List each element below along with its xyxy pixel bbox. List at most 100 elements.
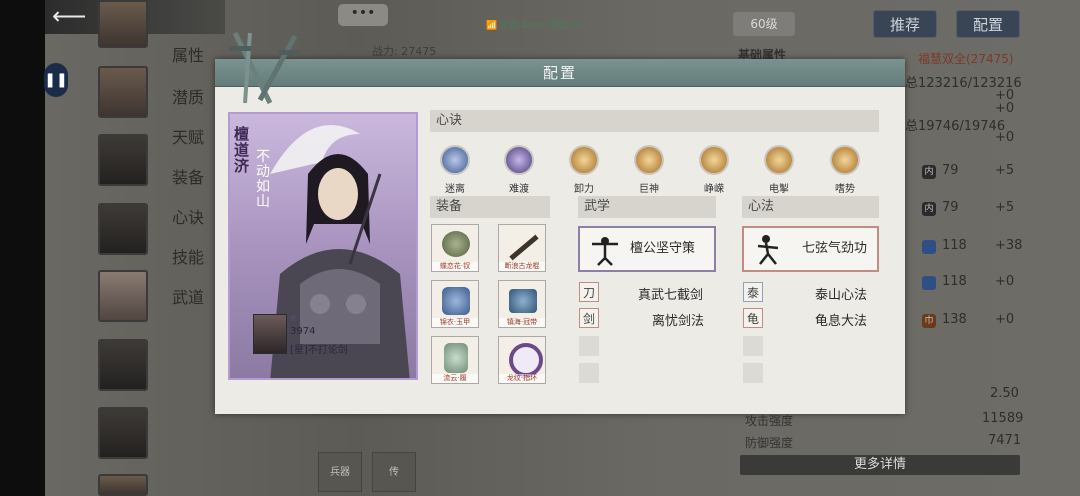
wuxue-sub-icon: 刀 <box>579 282 599 302</box>
empty-skill-slot[interactable] <box>579 363 599 383</box>
character-avatar[interactable] <box>98 339 148 391</box>
xinfa-main-skill[interactable]: 七弦气劲功 <box>742 226 879 272</box>
character-avatar[interactable] <box>98 203 148 255</box>
character-avatar[interactable] <box>98 66 148 118</box>
empty-skill-slot[interactable] <box>743 363 763 383</box>
network-status: 📶 延迟:44ms 电量:0% <box>486 21 585 31</box>
stat-bonus: +0 <box>995 130 1015 145</box>
stat-value: 总19746/19746 <box>905 119 1006 134</box>
equipment-slot[interactable]: 龙纹·指环 <box>498 336 546 384</box>
stat-bonus: +5 <box>995 163 1015 178</box>
equipment-heading: 装备 <box>430 196 550 218</box>
equipment-slot[interactable]: 蝶恋花·钗 <box>431 224 479 272</box>
xinfa-heading: 心法 <box>742 196 879 218</box>
character-avatar[interactable] <box>98 407 148 459</box>
wuxue-sub-name[interactable]: 离忧剑法 <box>652 310 704 329</box>
stats-subtitle: 福慧双全(27475) <box>918 52 1014 66</box>
xinjue-icon[interactable] <box>569 145 599 175</box>
defense-strength-label: 防御强度 <box>745 436 794 450</box>
side-chat-icon[interactable]: ❚❚ <box>44 63 68 97</box>
character-avatar[interactable] <box>98 134 148 186</box>
xinfa-main-name: 七弦气劲功 <box>802 241 868 256</box>
xinjue-icon[interactable] <box>764 145 794 175</box>
xinfa-sub-icon: 泰 <box>743 282 763 302</box>
xinjue-icon[interactable] <box>504 145 534 175</box>
crossed-swords-icon <box>229 31 299 105</box>
wuxue-main-skill[interactable]: 檀公坚守策 <box>578 226 716 272</box>
attack-strength-label: 攻击强度 <box>745 414 794 428</box>
more-details-button[interactable]: 更多详情 <box>740 455 1020 475</box>
xinjue-icon[interactable] <box>440 145 470 175</box>
wuxue-sub-name[interactable]: 真武七截剑 <box>638 284 703 303</box>
score-icon: ◈ <box>290 313 297 323</box>
stat-value: 138 <box>942 312 967 327</box>
xinjue-label: 卸力 <box>574 184 594 195</box>
xinjue-heading: 心诀 <box>430 110 879 132</box>
equipment-label: 流云·履 <box>432 374 478 383</box>
xinjue-icon[interactable] <box>699 145 729 175</box>
xinfa-sub-icon: 龟 <box>743 308 763 328</box>
stat-value: 79 <box>942 200 959 215</box>
character-name: 檀道济 <box>234 125 250 175</box>
chat-button[interactable]: ••• <box>338 4 388 26</box>
menu-equipment[interactable]: 装备 <box>172 164 204 188</box>
empty-skill-slot[interactable] <box>579 336 599 356</box>
wuxue-main-name: 檀公坚守策 <box>630 241 696 256</box>
equipment-label: 龙纹·指环 <box>499 374 545 383</box>
stat-value: 118 <box>942 274 967 289</box>
xinjue-label: 电掣 <box>769 184 789 195</box>
back-button[interactable]: ⟵ <box>52 3 92 29</box>
wuxue-heading: 武学 <box>578 196 716 218</box>
equipment-slot[interactable]: 锦衣·玉甲 <box>431 280 479 328</box>
biography-tab[interactable]: 传 <box>372 452 416 492</box>
menu-attributes[interactable]: 属性 <box>172 42 204 66</box>
level-badge: 60级 <box>733 12 795 36</box>
martial-art-icon <box>592 237 618 266</box>
equipment-label: 锦衣·玉甲 <box>432 318 478 327</box>
equipment-slot[interactable]: 镇海·冠带 <box>498 280 546 328</box>
inner-art-icon <box>757 235 779 265</box>
equipped-set-name: [星]不打论剑 <box>290 345 348 356</box>
equipped-avatar <box>253 314 287 354</box>
xinfa-sub-name[interactable]: 泰山心法 <box>815 284 867 303</box>
equipment-slot[interactable]: 断浪古龙棍 <box>498 224 546 272</box>
config-button[interactable]: 配置 <box>956 10 1020 38</box>
xinfa-sub-name[interactable]: 龟息大法 <box>815 310 867 329</box>
defense-strength-value: 7471 <box>988 433 1022 448</box>
xinjue-label: 峥嵘 <box>704 184 724 195</box>
attack-strength-value: 11589 <box>982 411 1024 426</box>
stat-bonus: +0 <box>995 101 1015 116</box>
equipment-label: 蝶恋花·钗 <box>432 262 478 271</box>
power-value: 战力: 27475 <box>372 45 437 58</box>
character-avatar[interactable] <box>98 270 148 322</box>
menu-skills[interactable]: 技能 <box>172 244 204 268</box>
weapon-tab[interactable]: 兵器 <box>318 452 362 492</box>
menu-potential[interactable]: 潜质 <box>172 84 204 108</box>
character-avatar[interactable] <box>98 474 148 496</box>
xinjue-label: 巨神 <box>639 184 659 195</box>
xinjue-label: 迷离 <box>445 184 465 195</box>
xinjue-icon[interactable] <box>634 145 664 175</box>
stat-bonus: +0 <box>995 312 1015 327</box>
xinjue-label: 难渡 <box>509 184 529 195</box>
dialog-title: 配置 <box>542 64 577 82</box>
inner-power-icon: 内 <box>922 165 936 179</box>
equipment-label: 断浪古龙棍 <box>499 262 545 271</box>
recommend-button[interactable]: 推荐 <box>873 10 937 38</box>
xinjue-label: 嗜势 <box>835 184 855 195</box>
stat-bonus: +0 <box>995 274 1015 289</box>
character-avatar[interactable] <box>98 0 148 48</box>
equipment-slot[interactable]: 流云·履 <box>431 336 479 384</box>
left-edge <box>0 0 45 496</box>
stat-bonus: +5 <box>995 200 1015 215</box>
stat-value: 2.50 <box>990 386 1019 401</box>
attack-icon: 巾 <box>922 314 936 328</box>
stat-bonus: +38 <box>995 238 1023 253</box>
menu-talent[interactable]: 天赋 <box>172 124 204 148</box>
empty-skill-slot[interactable] <box>743 336 763 356</box>
xinjue-icon[interactable] <box>830 145 860 175</box>
menu-xinjue[interactable]: 心诀 <box>172 204 204 228</box>
inner-power-icon: 内 <box>922 202 936 216</box>
stat-value: 79 <box>942 163 959 178</box>
menu-wudao[interactable]: 武道 <box>172 284 204 308</box>
